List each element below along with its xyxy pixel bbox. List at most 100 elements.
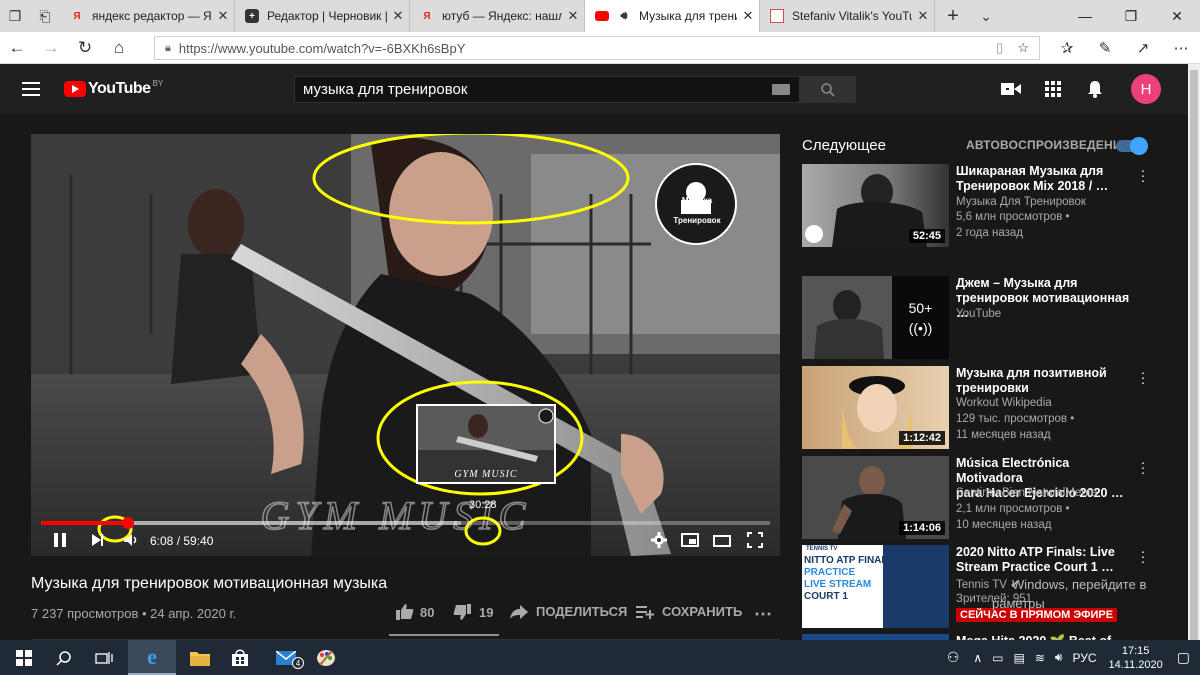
speaker-icon[interactable]: 🔊︎ <box>617 9 631 23</box>
refresh-button[interactable]: ↻ <box>68 32 102 64</box>
dislike-button[interactable]: 19 <box>453 604 493 620</box>
chevron-up-icon[interactable]: ∧ <box>973 651 982 665</box>
search-button[interactable] <box>800 76 856 103</box>
card-title[interactable]: Шикараная Музыка для Тренировок Mix 2018 … <box>956 164 1136 194</box>
tab-youtube-search[interactable]: Я ютуб — Яндекс: нашлось 7 ✕ <box>410 0 585 32</box>
reading-view-icon[interactable]: ▯ <box>996 40 1003 56</box>
like-button[interactable]: 80 <box>396 604 434 620</box>
recommendation-card[interactable]: 50+ ((•)) Джем – Музыка для тренировок мо… <box>802 276 1152 360</box>
youtube-logo[interactable]: YouTube BY <box>64 79 163 98</box>
recommendation-card[interactable]: 52:45 Шикараная Музыка для Тренировок Mix… <box>802 163 1152 248</box>
close-icon[interactable]: ✕ <box>737 8 759 24</box>
battery-icon[interactable]: ▭ <box>992 651 1003 665</box>
url-input[interactable]: 🔒︎ https://www.youtube.com/watch?v=-6BXK… <box>154 36 1040 60</box>
edge-icon: e <box>147 643 157 669</box>
pause-button[interactable] <box>53 532 67 553</box>
card-menu-icon[interactable]: · · · <box>1140 544 1146 568</box>
video-thumbnail[interactable]: TENNIS TV NITTO ATP FINALS PRACTICE LIVE… <box>802 545 949 628</box>
recommendation-card[interactable]: 1:14:06 Música Electrónica Motivadora par… <box>802 455 1152 540</box>
video-thumbnail[interactable]: 50+ ((•)) <box>802 276 949 359</box>
language-indicator[interactable]: РУС <box>1072 651 1096 665</box>
share-label: ПОДЕЛИТЬСЯ <box>536 604 628 619</box>
paint-button[interactable] <box>302 640 350 675</box>
video-thumbnail[interactable]: 1:14:06 <box>802 456 949 539</box>
tab-current-video[interactable]: 🔊︎ Музыка для трени ✕ <box>585 0 760 32</box>
notifications-center-icon[interactable]: ▢ <box>1177 649 1190 666</box>
forward-button[interactable]: → <box>34 32 68 64</box>
notifications-button[interactable] <box>1084 78 1106 100</box>
recommendation-card[interactable]: 1:12:42 Музыка для позитивной тренировки … <box>802 365 1152 450</box>
video-thumbnail[interactable]: 1:12:42 <box>802 366 949 449</box>
tab-yandex-editor[interactable]: Я яндекс редактор — Яндекс ✕ <box>60 0 235 32</box>
keyboard-icon[interactable] <box>772 84 790 95</box>
apps-button[interactable] <box>1042 78 1064 100</box>
video-player[interactable]: GYM MUSIC Музыка Для Тренировок GYM MUSI… <box>31 134 780 556</box>
avatar[interactable]: H <box>1131 74 1161 104</box>
video-thumbnail[interactable]: 52:45 <box>802 164 949 247</box>
settings-button[interactable] <box>651 532 667 553</box>
card-channel[interactable]: YouTube <box>956 308 1001 320</box>
tab-youtube-studio[interactable]: Stefaniv Vitalik's YouTube St ✕ <box>760 0 935 32</box>
chevron-down-icon[interactable]: ⌄ <box>971 0 1001 32</box>
card-menu-icon[interactable]: · · · <box>1140 455 1146 479</box>
card-menu-icon[interactable]: · · · <box>1140 163 1146 187</box>
progress-bar[interactable] <box>41 517 770 529</box>
card-channel[interactable]: Workout Wikipedia <box>956 397 1052 409</box>
close-icon[interactable]: ✕ <box>562 8 584 24</box>
card-title[interactable]: 2020 Nitto ATP Finals: Live Stream Practi… <box>956 545 1136 575</box>
menu-icon[interactable] <box>22 82 40 96</box>
close-icon[interactable]: ✕ <box>387 8 409 24</box>
favorite-star-icon[interactable]: ☆ <box>1017 40 1029 56</box>
edge-taskbar-button[interactable]: e <box>128 640 176 675</box>
restore-button[interactable]: ❐ <box>1108 0 1154 32</box>
scrollbar-thumb[interactable] <box>1190 70 1198 640</box>
thumbs-up-icon <box>396 604 414 620</box>
clock-time: 17:15 <box>1121 644 1150 657</box>
fullscreen-button[interactable] <box>747 532 763 553</box>
card-channel[interactable]: Музыка Для Тренировок <box>956 196 1086 208</box>
close-icon[interactable]: ✕ <box>212 8 234 24</box>
close-icon[interactable]: ✕ <box>912 8 934 24</box>
video-camera-icon <box>1001 83 1021 95</box>
theater-mode-button[interactable] <box>713 534 731 552</box>
youtube-icon <box>595 11 609 21</box>
share-button[interactable]: ПОДЕЛИТЬСЯ <box>510 604 627 619</box>
miniplayer-button[interactable] <box>681 533 699 552</box>
logo-text: YouTube <box>88 80 151 97</box>
tab-title: яндекс редактор — Яндекс <box>92 9 212 23</box>
task-view-button[interactable] <box>80 640 128 675</box>
minimize-button[interactable]: — <box>1062 0 1108 32</box>
search-input[interactable]: музыка для тренировок <box>294 76 800 103</box>
autoplay-toggle[interactable] <box>1116 137 1148 155</box>
next-button[interactable] <box>91 533 105 552</box>
pen-icon[interactable]: ✎ <box>1086 32 1124 64</box>
card-channel[interactable]: Tennis TV ✔ <box>956 577 1020 591</box>
network-icon[interactable]: ▤ <box>1014 651 1025 665</box>
tab-manager-icon[interactable]: ❐ <box>0 0 30 32</box>
create-video-button[interactable] <box>1000 78 1022 100</box>
home-button[interactable]: ⌂ <box>102 32 136 64</box>
card-title-line: Шикараная Музыка для <box>956 164 1104 178</box>
volume-tray-icon[interactable]: 🔊︎ <box>1055 650 1063 665</box>
save-button[interactable]: СОХРАНИТЬ <box>636 604 742 619</box>
tab-draft-editor[interactable]: + Редактор | Черновик | Янд ✕ <box>235 0 410 32</box>
card-menu-icon[interactable]: · · · <box>1140 365 1146 389</box>
share-icon[interactable]: ↗ <box>1124 32 1162 64</box>
card-channel[interactable]: SentirmeBien NaturalMente <box>956 487 1097 499</box>
page-scrollbar[interactable] <box>1188 64 1200 640</box>
new-tab-button[interactable]: + <box>935 0 971 32</box>
volume-button[interactable] <box>123 533 139 552</box>
tabs-back-icon[interactable]: ⎗ <box>30 0 60 32</box>
thumbnail-text-line: NITTO ATP FINALS <box>804 555 895 566</box>
back-button[interactable]: ← <box>0 32 34 64</box>
favorites-icon[interactable]: ✰ <box>1048 32 1086 64</box>
store-button[interactable] <box>216 640 264 675</box>
card-title[interactable]: Музыка для позитивной тренировки <box>956 366 1136 396</box>
more-menu-button[interactable]: ⋯ <box>1162 32 1200 64</box>
more-actions-button[interactable]: ⋯ <box>754 604 772 625</box>
thumbnail-text: NITTO ATP FINALS PRACTICE LIVE STREAM CO… <box>804 555 894 603</box>
window-close-button[interactable]: ✕ <box>1154 0 1200 32</box>
clock[interactable]: 17:15 14.11.2020 <box>1109 644 1163 672</box>
wifi-icon[interactable]: ≋ <box>1035 651 1045 665</box>
people-icon[interactable]: ⚇ <box>947 649 960 666</box>
